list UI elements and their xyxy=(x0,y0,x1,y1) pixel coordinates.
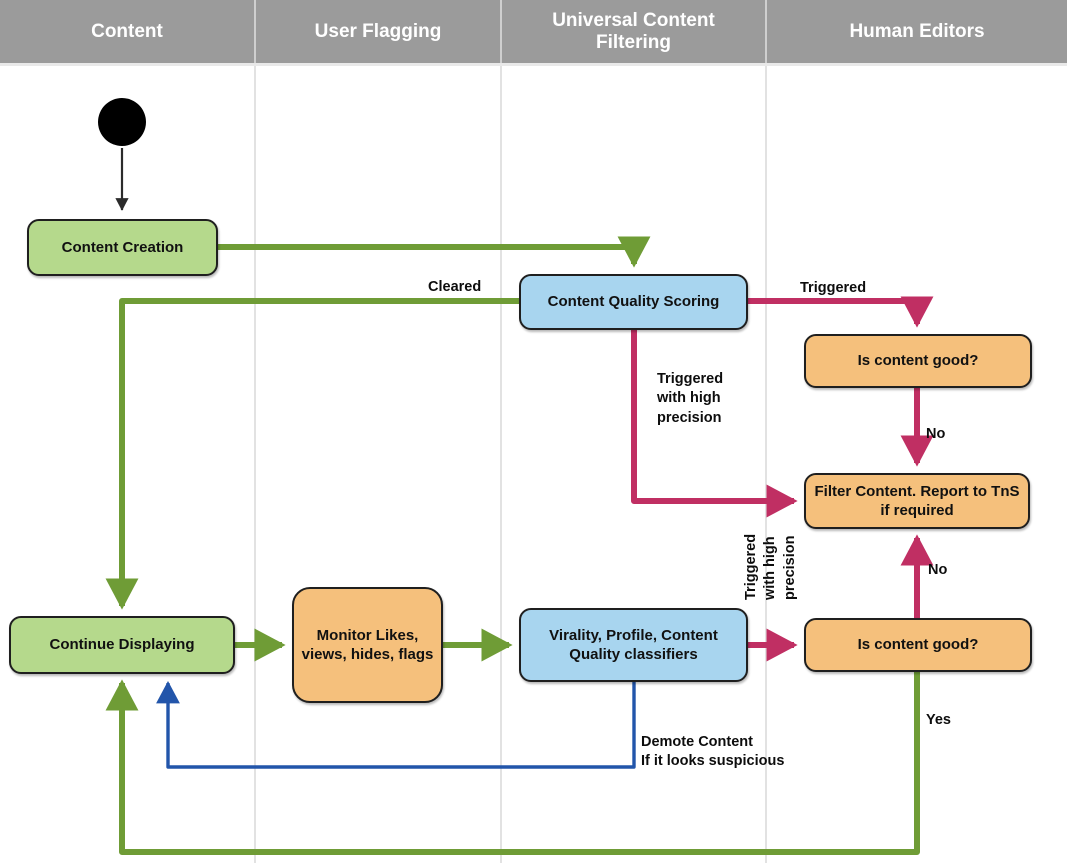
edge-label-cleared: Cleared xyxy=(428,279,482,295)
edge-label-yes: Yes xyxy=(926,712,951,728)
node-label: Filter Content. Report to TnS if require… xyxy=(814,482,1020,519)
node-is-content-good-2[interactable]: Is content good? xyxy=(804,618,1032,672)
edge-layer xyxy=(105,148,934,855)
node-label: Content Quality Scoring xyxy=(547,293,720,311)
edge-label-no-2: No xyxy=(928,562,948,578)
node-label: Continue Displaying xyxy=(49,636,195,654)
edge-label-triggered: Triggered xyxy=(800,280,867,296)
node-label: Is content good? xyxy=(857,636,979,654)
node-label: Monitor Likes, views, hides, flags xyxy=(301,626,434,663)
node-virality-classifiers[interactable]: Virality, Profile, Content Quality class… xyxy=(519,608,748,682)
edge-label-no-1: No xyxy=(926,426,946,442)
start-node xyxy=(98,98,146,146)
node-is-content-good-1[interactable]: Is content good? xyxy=(804,334,1032,388)
node-continue-displaying[interactable]: Continue Displaying xyxy=(9,616,235,674)
edge-label-triggered-high-precision-1: Triggered with high precision xyxy=(657,371,724,426)
node-content-creation[interactable]: Content Creation xyxy=(27,219,218,276)
node-content-quality-scoring[interactable]: Content Quality Scoring xyxy=(519,274,748,330)
diagram-canvas: Content User Flagging Universal Content … xyxy=(0,0,1067,863)
node-label: Is content good? xyxy=(857,352,979,370)
edge-label-triggered-high-precision-2: Triggered with high precision xyxy=(743,533,798,600)
node-monitor-likes[interactable]: Monitor Likes, views, hides, flags xyxy=(292,587,443,703)
edge-label-demote-content: Demote Content If it looks suspicious xyxy=(641,734,785,770)
node-label: Virality, Profile, Content Quality class… xyxy=(549,626,718,663)
node-filter-content[interactable]: Filter Content. Report to TnS if require… xyxy=(804,473,1030,529)
node-label: Content Creation xyxy=(61,238,184,256)
